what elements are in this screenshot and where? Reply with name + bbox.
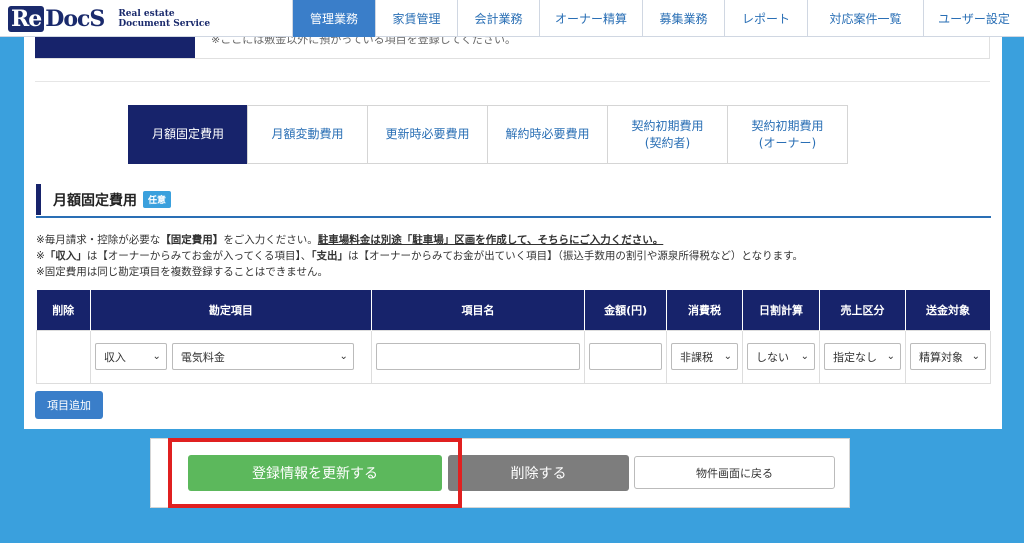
tab-initial-owner[interactable]: 契約初期費用 (オーナー) (727, 105, 848, 164)
prorate-value: しない (756, 350, 790, 364)
section-heading: 月額固定費用 任意 (36, 183, 991, 218)
main-nav: 管理業務 家賃管理 会計業務 オーナー精算 募集業務 レポート 対応案件一覧 ユ… (292, 0, 1024, 37)
previous-section-strip: ※ここには敷金以外に預かっている項目を登録してください。 (35, 37, 990, 59)
note-parking-warning: 駐車場料金は別途「駐車場」区画を作成して、そちらにご入力ください。 (317, 234, 664, 246)
item-name-input[interactable] (375, 343, 581, 370)
logo-sub-line2: Document Service (118, 18, 211, 29)
note-emphasis: 「収入」 (44, 250, 87, 262)
tab-label: 解約時必要費用 (505, 127, 590, 141)
note-line-2: ※「収入」は【オーナーからみてお金が入ってくる項目】、「支出」は【オーナーからみ… (36, 248, 991, 264)
col-delete: 削除 (36, 290, 91, 330)
logo-re: Re (8, 5, 45, 32)
account-select[interactable]: 電気料金 ⌄ (171, 343, 354, 370)
tax-cell: 非課税 ⌄ (666, 329, 744, 384)
divider (35, 81, 990, 82)
delete-cell[interactable] (36, 329, 91, 384)
tab-sublabel: (契約者) (644, 135, 691, 150)
item-name-cell (370, 329, 586, 384)
note-text: をご入力ください。 (223, 234, 318, 246)
chevron-down-icon: ⌄ (886, 351, 895, 362)
logo-subtitle: Real estate Document Service (118, 9, 210, 29)
strip-header (35, 37, 195, 58)
sales-cell: 指定なし ⌄ (818, 329, 906, 384)
nav-cases[interactable]: 対応案件一覧 (807, 0, 923, 37)
tab-monthly-fixed[interactable]: 月額固定費用 (128, 105, 248, 164)
redocs-logo[interactable]: Re DocS Real estate Document Service (0, 0, 292, 37)
col-amount: 金額(円) (584, 290, 668, 330)
optional-badge: 任意 (143, 191, 172, 208)
type-value: 収入 (103, 350, 126, 364)
nav-user-settings[interactable]: ユーザー設定 (923, 0, 1024, 37)
nav-report[interactable]: レポート (724, 0, 807, 37)
app-header: Re DocS Real estate Document Service 管理業務… (0, 0, 1024, 37)
chevron-down-icon: ⌄ (800, 351, 809, 362)
note-line-1: ※毎月請求・控除が必要な【固定費用】をご入力ください。駐車場料金は別途「駐車場」… (36, 232, 991, 248)
note-text: ※毎月請求・控除が必要な (36, 234, 161, 246)
remit-select[interactable]: 精算対象 ⌄ (909, 343, 986, 370)
tab-label: 契約初期費用 (751, 118, 824, 133)
prorate-select[interactable]: しない ⌄ (747, 343, 815, 370)
content-card: ※ここには敷金以外に預かっている項目を登録してください。 月額固定費用 月額変動… (24, 37, 1002, 429)
nav-recruiting[interactable]: 募集業務 (642, 0, 724, 37)
tab-sublabel: (オーナー) (758, 135, 817, 150)
note-emphasis: 【固定費用】 (160, 234, 224, 246)
prorate-cell: しない ⌄ (742, 329, 820, 384)
back-to-property-button[interactable]: 物件画面に戻る (634, 456, 835, 489)
note-text: は【オーナーからみてお金が入ってくる項目】、 (86, 250, 312, 262)
logo-sub-line1: Real estate (118, 8, 175, 19)
note-text: ※ (36, 250, 45, 262)
col-account: 勘定項目 (90, 290, 372, 330)
remit-cell: 精算対象 ⌄ (904, 329, 992, 384)
note-emphasis: 「支出」 (311, 250, 348, 262)
tab-renewal[interactable]: 更新時必要費用 (367, 105, 488, 164)
tax-value: 非課税 (680, 350, 714, 364)
account-cell: 収入 ⌄ 電気料金 ⌄ (89, 329, 372, 384)
fee-tabs: 月額固定費用 月額変動費用 更新時必要費用 解約時必要費用 契約初期費用 (契約者… (128, 105, 848, 164)
tab-cancellation[interactable]: 解約時必要費用 (487, 105, 608, 164)
col-remit: 送金対象 (905, 290, 992, 330)
nav-accounting[interactable]: 会計業務 (457, 0, 539, 37)
chevron-down-icon: ⌄ (152, 351, 161, 362)
tab-label: 更新時必要費用 (385, 127, 470, 141)
add-item-button[interactable]: 項目追加 (35, 391, 103, 419)
tab-label: 月額変動費用 (271, 127, 344, 141)
col-item-name: 項目名 (371, 290, 586, 330)
tax-select[interactable]: 非課税 ⌄ (671, 343, 739, 370)
section-title: 月額固定費用 (53, 192, 137, 209)
account-value: 電気料金 (180, 350, 225, 364)
type-select[interactable]: 収入 ⌄ (94, 343, 167, 370)
fee-table: 削除 勘定項目 項目名 金額(円) 消費税 日割計算 売上区分 送金対象 収入 ⌄… (36, 290, 992, 384)
nav-owner-settlement[interactable]: オーナー精算 (539, 0, 642, 37)
delete-button[interactable]: 削除する (448, 455, 629, 491)
sales-select[interactable]: 指定なし ⌄ (823, 343, 901, 370)
col-tax: 消費税 (666, 290, 744, 330)
tab-label: 月額固定費用 (151, 127, 224, 141)
tab-monthly-variable[interactable]: 月額変動費用 (247, 105, 368, 164)
heading-bar (36, 184, 41, 215)
note-text: は【オーナーからみてお金が出ていく項目】（振込手数用の割引や源泉所得税など）とな… (347, 250, 804, 262)
tab-initial-contractor[interactable]: 契約初期費用 (契約者) (607, 105, 728, 164)
nav-management[interactable]: 管理業務 (292, 0, 375, 37)
sales-value: 指定なし (832, 350, 877, 364)
highlight-box (168, 438, 462, 508)
nav-rent[interactable]: 家賃管理 (375, 0, 457, 37)
table-row: 収入 ⌄ 電気料金 ⌄ 非課税 ⌄ しない ⌄ 指定なし ⌄ 精算対象 ⌄ (36, 329, 992, 384)
chevron-down-icon: ⌄ (723, 351, 733, 362)
amount-input[interactable] (589, 343, 663, 370)
col-prorate: 日割計算 (742, 290, 820, 330)
chevron-down-icon: ⌄ (971, 351, 980, 362)
instructions: ※毎月請求・控除が必要な【固定費用】をご入力ください。駐車場料金は別途「駐車場」… (36, 232, 991, 280)
col-sales: 売上区分 (819, 290, 906, 330)
logo-docs: DocS (45, 5, 105, 32)
table-header-row: 削除 勘定項目 項目名 金額(円) 消費税 日割計算 売上区分 送金対象 (36, 290, 992, 330)
strip-note: ※ここには敷金以外に預かっている項目を登録してください。 (211, 37, 517, 46)
note-line-3: ※固定費用は同じ勘定項目を複数登録することはできません。 (36, 266, 328, 278)
amount-cell (584, 329, 668, 384)
remit-value: 精算対象 (918, 350, 963, 364)
chevron-down-icon: ⌄ (339, 351, 348, 362)
logo-mark: Re DocS (8, 5, 105, 32)
tab-label: 契約初期費用 (631, 118, 704, 133)
